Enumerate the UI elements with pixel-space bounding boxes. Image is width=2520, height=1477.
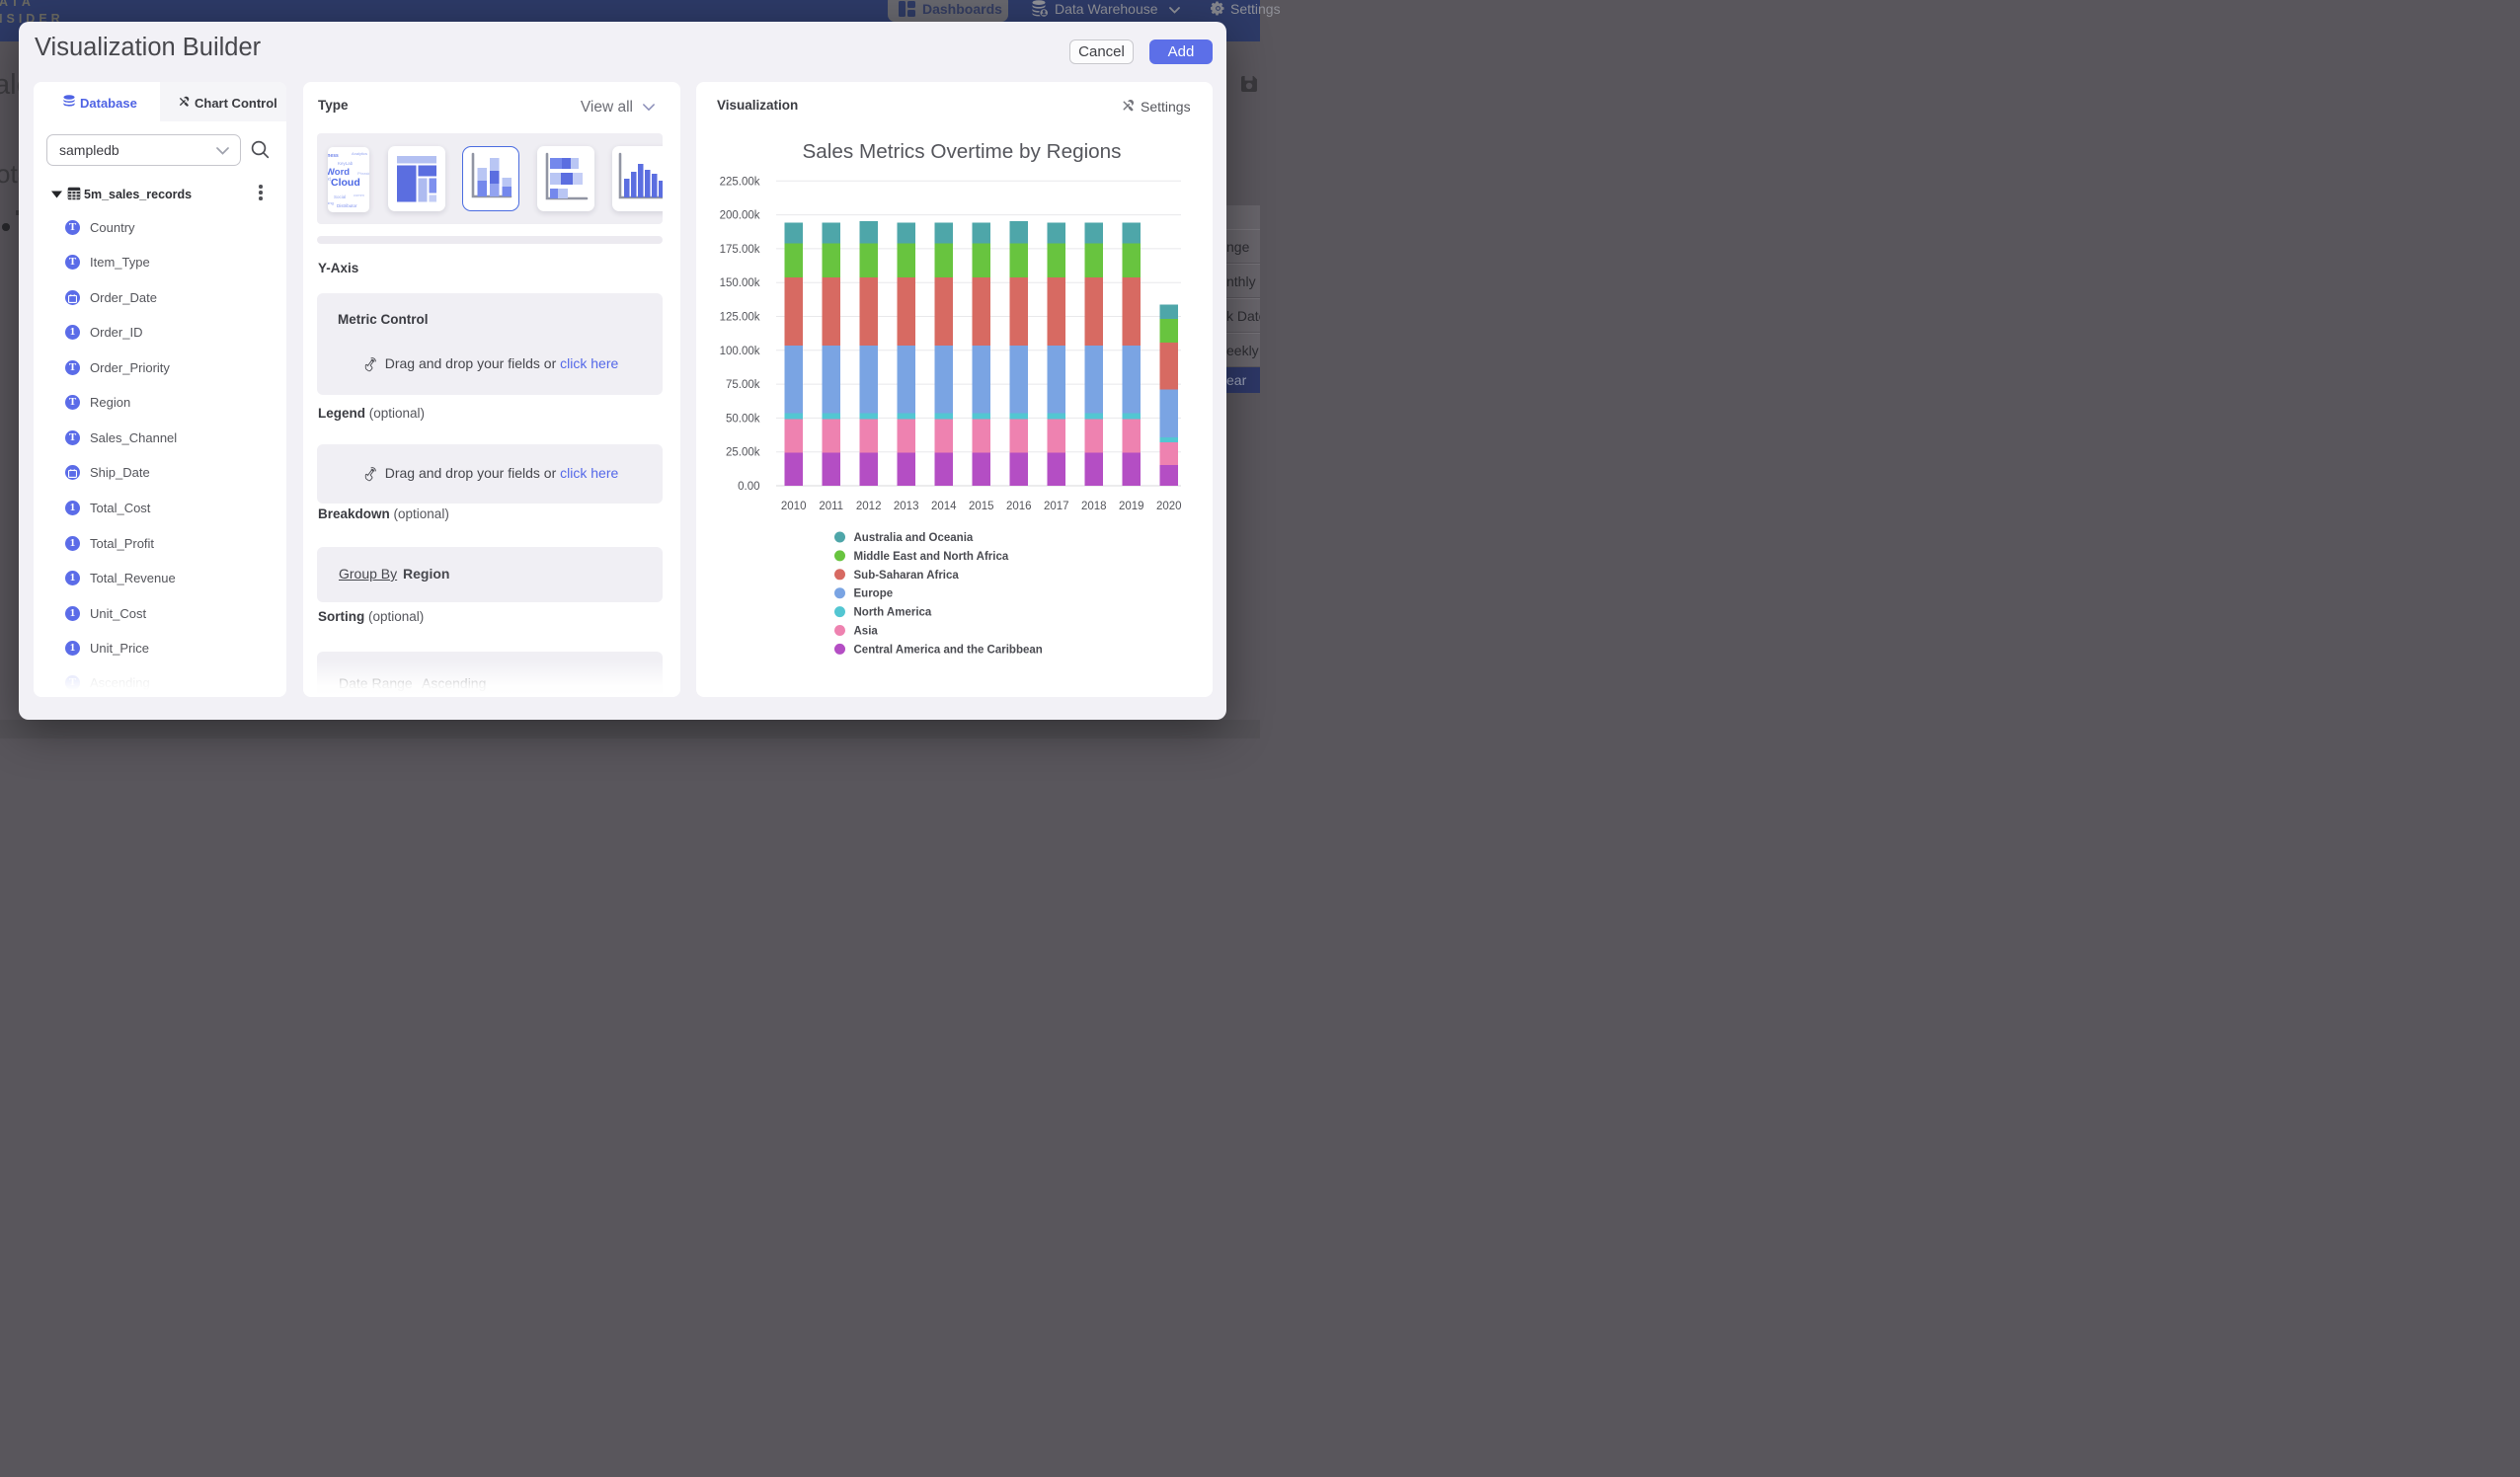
svg-text:Europe: Europe	[854, 588, 894, 600]
svg-text:Asia: Asia	[854, 626, 879, 638]
svg-text:100.00k: 100.00k	[720, 346, 760, 357]
svg-text:2010: 2010	[781, 501, 807, 512]
svg-text:200.00k: 200.00k	[720, 210, 760, 222]
svg-text:Sales Metrics Overtime by Regi: Sales Metrics Overtime by Regions	[802, 140, 1121, 163]
svg-text:2013: 2013	[894, 501, 919, 512]
svg-text:2018: 2018	[1081, 501, 1107, 512]
svg-text:2011: 2011	[819, 501, 843, 512]
svg-text:2015: 2015	[969, 501, 994, 512]
svg-text:150.00k: 150.00k	[720, 277, 760, 289]
svg-text:2016: 2016	[1006, 501, 1032, 512]
svg-text:225.00k: 225.00k	[720, 176, 760, 188]
svg-text:2019: 2019	[1119, 501, 1144, 512]
svg-text:North America: North America	[854, 607, 932, 619]
svg-text:75.00k: 75.00k	[726, 379, 760, 391]
svg-text:Middle East and North Africa: Middle East and North Africa	[854, 551, 1009, 563]
svg-text:25.00k: 25.00k	[726, 447, 760, 459]
svg-text:0.00: 0.00	[738, 481, 759, 493]
svg-text:Central America and the Caribb: Central America and the Caribbean	[854, 644, 1043, 656]
svg-text:2020: 2020	[1156, 501, 1182, 512]
svg-text:2014: 2014	[931, 501, 957, 512]
svg-text:Sub-Saharan Africa: Sub-Saharan Africa	[854, 570, 960, 582]
svg-text:2012: 2012	[856, 501, 882, 512]
svg-text:50.00k: 50.00k	[726, 413, 760, 425]
svg-text:2017: 2017	[1044, 501, 1069, 512]
svg-text:175.00k: 175.00k	[720, 244, 760, 256]
svg-text:Australia and Oceania: Australia and Oceania	[854, 532, 974, 544]
svg-text:125.00k: 125.00k	[720, 312, 760, 324]
